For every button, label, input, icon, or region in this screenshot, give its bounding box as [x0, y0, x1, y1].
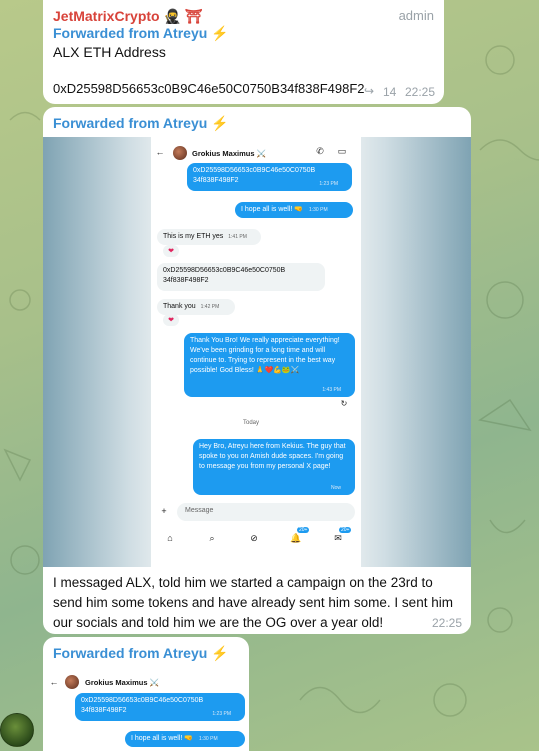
home-icon: ⌂	[167, 533, 173, 543]
message-bubble-screenshot[interactable]: Forwarded from Atreyu ⚡ ← Grokius Maximu…	[43, 107, 471, 634]
dm-address-text: 0xD25598D56653c0B9C46e50C0750B 34f838F49…	[193, 167, 316, 184]
call-icon: ✆	[316, 146, 324, 156]
contact-name: Grokius Maximus ⚔️	[85, 678, 159, 687]
dm-address-reply-text: 0xD25598D56653c0B9C46e50C0750B 34f838F49…	[163, 267, 286, 284]
dm-address-text: 0xD25598D56653c0B9C46e50C0750B 34f838F49…	[81, 697, 204, 714]
message-time: 22:25	[405, 85, 436, 99]
dm-message-input: Message	[177, 503, 355, 521]
forwarded-from-label[interactable]: Forwarded from Atreyu ⚡	[53, 115, 229, 132]
dm-hope-text: I hope all is well! 🤜	[131, 735, 194, 742]
views-count: 14	[383, 85, 397, 99]
dm-address-reply-bubble: 0xD25598D56653c0B9C46e50C0750B 34f838F49…	[157, 263, 325, 291]
message-bubble-screenshot-2[interactable]: Forwarded from Atreyu ⚡ ← Grokius Maximu…	[43, 637, 249, 751]
admin-badge: admin	[398, 8, 434, 23]
search-icon: ⌕	[209, 533, 215, 543]
forwarded-from-label[interactable]: Forwarded from Atreyu ⚡	[53, 25, 229, 42]
video-icon: ▭	[337, 146, 347, 156]
dm-eth-text: This is my ETH yes	[163, 233, 224, 240]
dm-time: Now	[330, 485, 341, 491]
messages-badge: 20+	[339, 527, 352, 533]
reaction-icon: ↻	[340, 399, 348, 408]
message-bubble-address[interactable]: JetMatrixCrypto 🥷 ⛩ admin Forwarded from…	[43, 0, 444, 104]
dm-eth-bubble: This is my ETH yes 1:41 PM	[157, 229, 261, 245]
dm-input-placeholder: Message	[185, 507, 214, 514]
forwarded-from-label[interactable]: Forwarded from Atreyu ⚡	[53, 645, 229, 662]
back-arrow-icon: ←	[49, 677, 59, 687]
message-caption: I messaged ALX, told him we started a ca…	[53, 575, 453, 630]
dm-intro-text: Hey Bro, Atreyu here from Kekius. The gu…	[199, 443, 346, 470]
dm-time: 1:43 PM	[322, 387, 341, 393]
date-divider: Today	[243, 420, 260, 426]
dm-address-bubble: 0xD25598D56653c0B9C46e50C0750B 34f838F49…	[75, 693, 245, 721]
message-title: ALX ETH Address	[53, 44, 166, 60]
dm-long-reply-bubble: Thank You Bro! We really appreciate ever…	[184, 333, 355, 397]
add-media-icon: +	[161, 506, 167, 516]
dm-hope-bubble: I hope all is well! 🤜 1:30 PM	[125, 731, 245, 747]
dm-hope-text: I hope all is well! 🤜	[241, 206, 304, 213]
dm-time: 1:23 PM	[319, 181, 338, 187]
back-arrow-icon: ←	[155, 147, 165, 157]
dm-address-bubble: 0xD25598D56653c0B9C46e50C0750B 34f838F49…	[187, 163, 352, 191]
dm-time: 1:30 PM	[308, 207, 328, 213]
message-time: 22:25	[432, 616, 463, 630]
dm-screenshot-image-2[interactable]: ← Grokius Maximus ⚔️ 0xD25598D56653c0B9C…	[43, 669, 249, 751]
messages-icon: ✉	[334, 533, 342, 543]
dm-intro-bubble: Hey Bro, Atreyu here from Kekius. The gu…	[193, 439, 355, 495]
heart-reaction: ❤	[163, 245, 179, 257]
contact-name: Grokius Maximus ⚔️	[192, 149, 266, 158]
contact-avatar	[173, 146, 187, 160]
dm-thanks-bubble: Thank you 1:42 PM	[157, 299, 235, 315]
grok-icon: ⊘	[250, 533, 258, 543]
sender-avatar[interactable]	[0, 713, 34, 747]
dm-time: 1:30 PM	[198, 736, 218, 742]
dm-time: 1:23 PM	[212, 711, 231, 717]
x-dm-screen: ← Grokius Maximus ⚔️ ✆ ▭ 0xD25598D56653c…	[151, 137, 361, 567]
dm-time: 1:42 PM	[200, 304, 220, 310]
notifications-badge: 20+	[297, 527, 310, 533]
dm-screenshot-image[interactable]: ← Grokius Maximus ⚔️ ✆ ▭ 0xD25598D56653c…	[43, 137, 471, 567]
dm-time: 1:41 PM	[228, 234, 247, 240]
dm-hope-bubble: I hope all is well! 🤜 1:30 PM	[235, 202, 353, 218]
dm-long-reply-text: Thank You Bro! We really appreciate ever…	[190, 337, 340, 374]
forward-count-icon: ↪	[364, 84, 375, 98]
dm-thanks-text: Thank you	[163, 303, 196, 310]
eth-address-text: 0xD25598D56653c0B9C46e50C0750B34f838F498…	[53, 81, 365, 96]
heart-reaction: ❤	[163, 314, 179, 326]
notifications-icon: 🔔	[290, 533, 302, 543]
contact-avatar	[65, 675, 79, 689]
sender-name[interactable]: JetMatrixCrypto 🥷 ⛩	[53, 8, 203, 25]
